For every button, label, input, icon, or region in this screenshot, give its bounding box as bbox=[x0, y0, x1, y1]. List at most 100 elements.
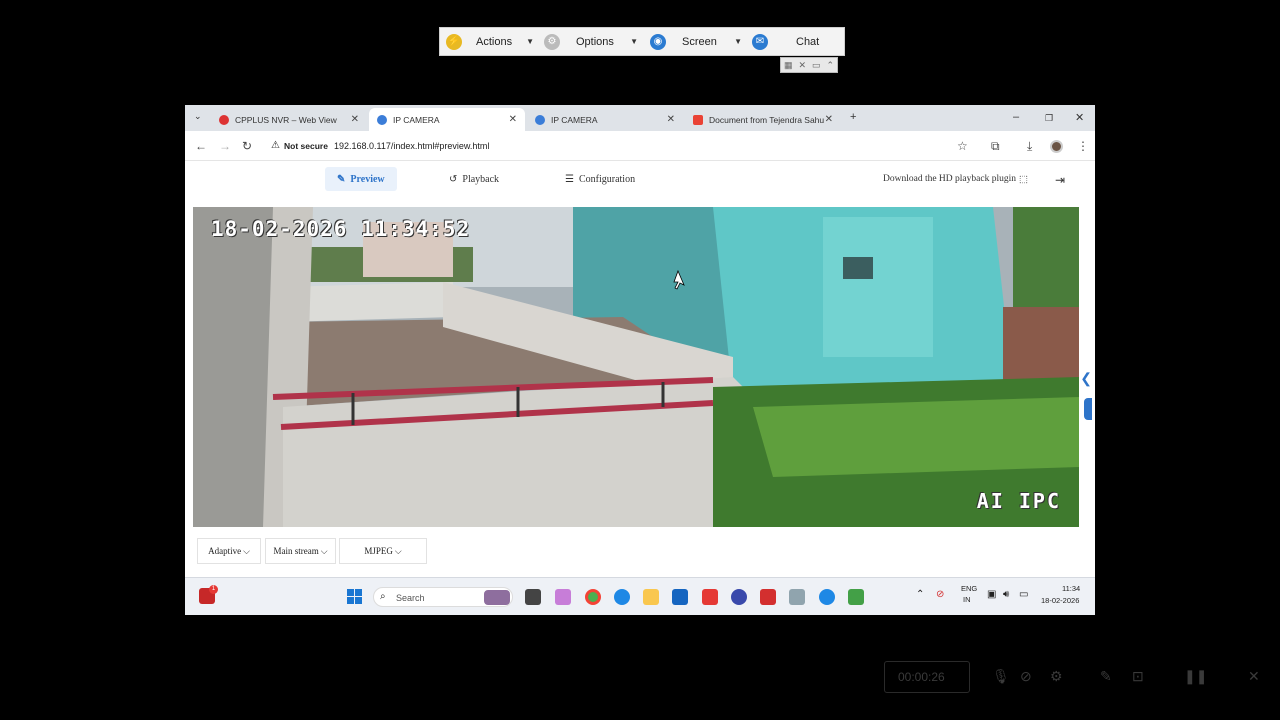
search-icon: ⌕ bbox=[380, 591, 386, 602]
new-tab-icon[interactable]: + bbox=[850, 111, 856, 123]
clock-date[interactable]: 18-02-2026 bbox=[1041, 596, 1079, 605]
cpplus-icon[interactable] bbox=[760, 589, 776, 605]
tab-title: IP CAMERA bbox=[551, 114, 598, 125]
tray-chevron-icon[interactable]: ⌃ bbox=[916, 589, 924, 600]
options-label: Options bbox=[576, 35, 614, 48]
close-icon[interactable]: ✕ bbox=[825, 114, 833, 125]
avatar[interactable] bbox=[1050, 140, 1063, 153]
camera-icon[interactable]: ⊡ bbox=[1132, 668, 1144, 685]
chat-button[interactable]: ✉ Chat bbox=[748, 28, 844, 55]
camera-live-view[interactable]: 18-02-2026 11:34:52 AI IPC bbox=[193, 207, 1079, 527]
side-panel-toggle-icon[interactable]: ❮ bbox=[1080, 370, 1092, 387]
anydesk-icon[interactable] bbox=[702, 589, 718, 605]
close-icon[interactable]: ✕ bbox=[509, 114, 517, 125]
notification-badge: 1 bbox=[209, 585, 218, 594]
app-navigation: ✎ Preview ↺ Playback ☰ Configuration Dow… bbox=[185, 162, 1095, 202]
options-menu[interactable]: ⚙ Options ▼ bbox=[540, 28, 644, 55]
windows-taskbar: 1 ⌕ Search ⌃ ⊘ ENG IN ▣ 🔊︎ ▭ 11:34 18-02… bbox=[185, 577, 1095, 615]
microphone-icon[interactable]: 🎙︎ bbox=[992, 668, 1010, 685]
bookmark-star-icon[interactable]: ☆ bbox=[957, 139, 968, 153]
cpplus-favicon-icon bbox=[219, 114, 229, 125]
clock-time[interactable]: 11:34 bbox=[1062, 584, 1080, 593]
search-placeholder: Search bbox=[396, 593, 425, 603]
screen-app-icon[interactable] bbox=[789, 589, 805, 605]
tab-ip-camera-active[interactable]: IP CAMERA ✕ bbox=[369, 108, 525, 131]
camera-off-icon[interactable]: ⊘ bbox=[1020, 668, 1032, 685]
codec-select[interactable]: MJPEG ⌵ bbox=[339, 538, 427, 564]
tab-bar: ⌄ CPPLUS NVR – Web View ✕ IP CAMERA ✕ IP… bbox=[185, 105, 1095, 131]
monitor-icon[interactable]: ▭ bbox=[812, 60, 821, 71]
chrome-icon[interactable] bbox=[585, 589, 601, 605]
download-plugin-link[interactable]: Download the HD playback plugin ⬚ bbox=[871, 167, 1040, 191]
close-icon[interactable]: ✕ bbox=[798, 60, 806, 71]
playback-label: Playback bbox=[462, 173, 500, 185]
tab-preview[interactable]: ✎ Preview bbox=[325, 167, 397, 191]
screen-recorder-bar: 00:00:26 🎙︎ ⊘ ⚙ ✎ ⊡ ❚❚ ✕ bbox=[884, 661, 1280, 693]
reload-icon[interactable]: ↻ bbox=[242, 139, 252, 153]
configuration-label: Configuration bbox=[578, 173, 636, 185]
lang-line2[interactable]: IN bbox=[963, 595, 971, 604]
tab-ip-camera[interactable]: IP CAMERA ✕ bbox=[527, 108, 683, 131]
gear-icon: ⚙ bbox=[544, 33, 560, 50]
osd-camera-label: AI IPC bbox=[976, 489, 1061, 513]
window-close-icon[interactable]: ✕ bbox=[1075, 111, 1084, 124]
back-icon[interactable]: ← bbox=[195, 139, 207, 153]
close-icon[interactable]: ✕ bbox=[667, 114, 675, 125]
edge-icon[interactable] bbox=[614, 589, 630, 605]
more-menu-icon[interactable]: ⋮ bbox=[1077, 139, 1089, 153]
battery-icon[interactable]: ▭ bbox=[1019, 589, 1028, 600]
download-icon[interactable]: ⤓ bbox=[1027, 139, 1032, 154]
quality-select[interactable]: Adaptive ⌵ bbox=[197, 538, 261, 564]
close-icon[interactable]: ✕ bbox=[351, 114, 359, 125]
restore-icon[interactable]: ❐ bbox=[1045, 113, 1053, 124]
tab-title: IP CAMERA bbox=[393, 114, 440, 125]
collapse-icon[interactable]: ⌃ bbox=[826, 60, 834, 71]
tab-configuration[interactable]: ☰ Configuration bbox=[553, 167, 647, 191]
pen-icon[interactable]: ✎ bbox=[1100, 668, 1112, 685]
extensions-icon[interactable]: ⧉ bbox=[991, 139, 1000, 154]
file-explorer-icon[interactable] bbox=[643, 589, 659, 605]
tab-gmail-document[interactable]: Document from Tejendra Sahu ✕ bbox=[685, 108, 841, 131]
security-label[interactable]: Not secure bbox=[284, 141, 328, 151]
screen-label: Screen bbox=[682, 35, 717, 48]
quality-value: Adaptive bbox=[208, 546, 242, 556]
forward-icon[interactable]: → bbox=[219, 139, 231, 153]
tray-app-icon[interactable]: ⊘ bbox=[936, 589, 944, 600]
stream-select[interactable]: Main stream ⌵ bbox=[265, 538, 336, 564]
notepad-icon[interactable] bbox=[848, 589, 864, 605]
camera-scene bbox=[193, 207, 1079, 527]
actions-menu[interactable]: ⚡ Actions ▼ bbox=[440, 28, 540, 55]
grid-icon[interactable]: ▦ bbox=[784, 60, 793, 71]
caret-down-icon: ▼ bbox=[630, 37, 638, 46]
task-view-icon[interactable] bbox=[525, 589, 541, 605]
network-icon[interactable]: ▣ bbox=[987, 589, 996, 600]
tab-cpplus[interactable]: CPPLUS NVR – Web View ✕ bbox=[211, 108, 367, 131]
screen-menu[interactable]: ◉ Screen ▼ bbox=[644, 28, 748, 55]
remote-app-icon[interactable] bbox=[819, 589, 835, 605]
app-icon[interactable] bbox=[731, 589, 747, 605]
osd-timestamp: 18-02-2026 11:34:52 bbox=[211, 217, 471, 241]
volume-icon[interactable]: 🔊︎ bbox=[1003, 589, 1009, 600]
close-icon[interactable]: ✕ bbox=[1248, 668, 1260, 685]
sliders-icon: ☰ bbox=[565, 173, 574, 185]
taskbar-search-box[interactable]: ⌕ Search bbox=[373, 587, 513, 607]
lang-line1[interactable]: ENG bbox=[961, 584, 977, 593]
settings-icon[interactable]: ⚙ bbox=[1050, 668, 1063, 685]
url-input[interactable]: 192.168.0.117/index.html#preview.html bbox=[334, 141, 489, 151]
copilot-icon[interactable] bbox=[555, 589, 571, 605]
minimize-icon[interactable]: – bbox=[1013, 111, 1019, 123]
tab-list-icon[interactable]: ⌄ bbox=[194, 111, 202, 122]
tab-playback[interactable]: ↺ Playback bbox=[437, 167, 511, 191]
store-icon[interactable] bbox=[672, 589, 688, 605]
tab-title: Document from Tejendra Sahu bbox=[709, 114, 825, 125]
pause-icon[interactable]: ❚❚ bbox=[1184, 668, 1207, 685]
chat-icon: ✉ bbox=[752, 33, 768, 50]
chevron-down-icon: ⌵ bbox=[320, 545, 328, 556]
tab-title: CPPLUS NVR – Web View bbox=[235, 114, 337, 125]
windows-start-icon[interactable] bbox=[347, 589, 363, 605]
search-highlight-icon bbox=[484, 590, 510, 605]
logout-icon[interactable]: ⇥ bbox=[1055, 173, 1065, 188]
side-panel-handle[interactable] bbox=[1084, 398, 1092, 420]
caret-down-icon: ▼ bbox=[734, 37, 742, 46]
preview-label: Preview bbox=[350, 173, 385, 185]
